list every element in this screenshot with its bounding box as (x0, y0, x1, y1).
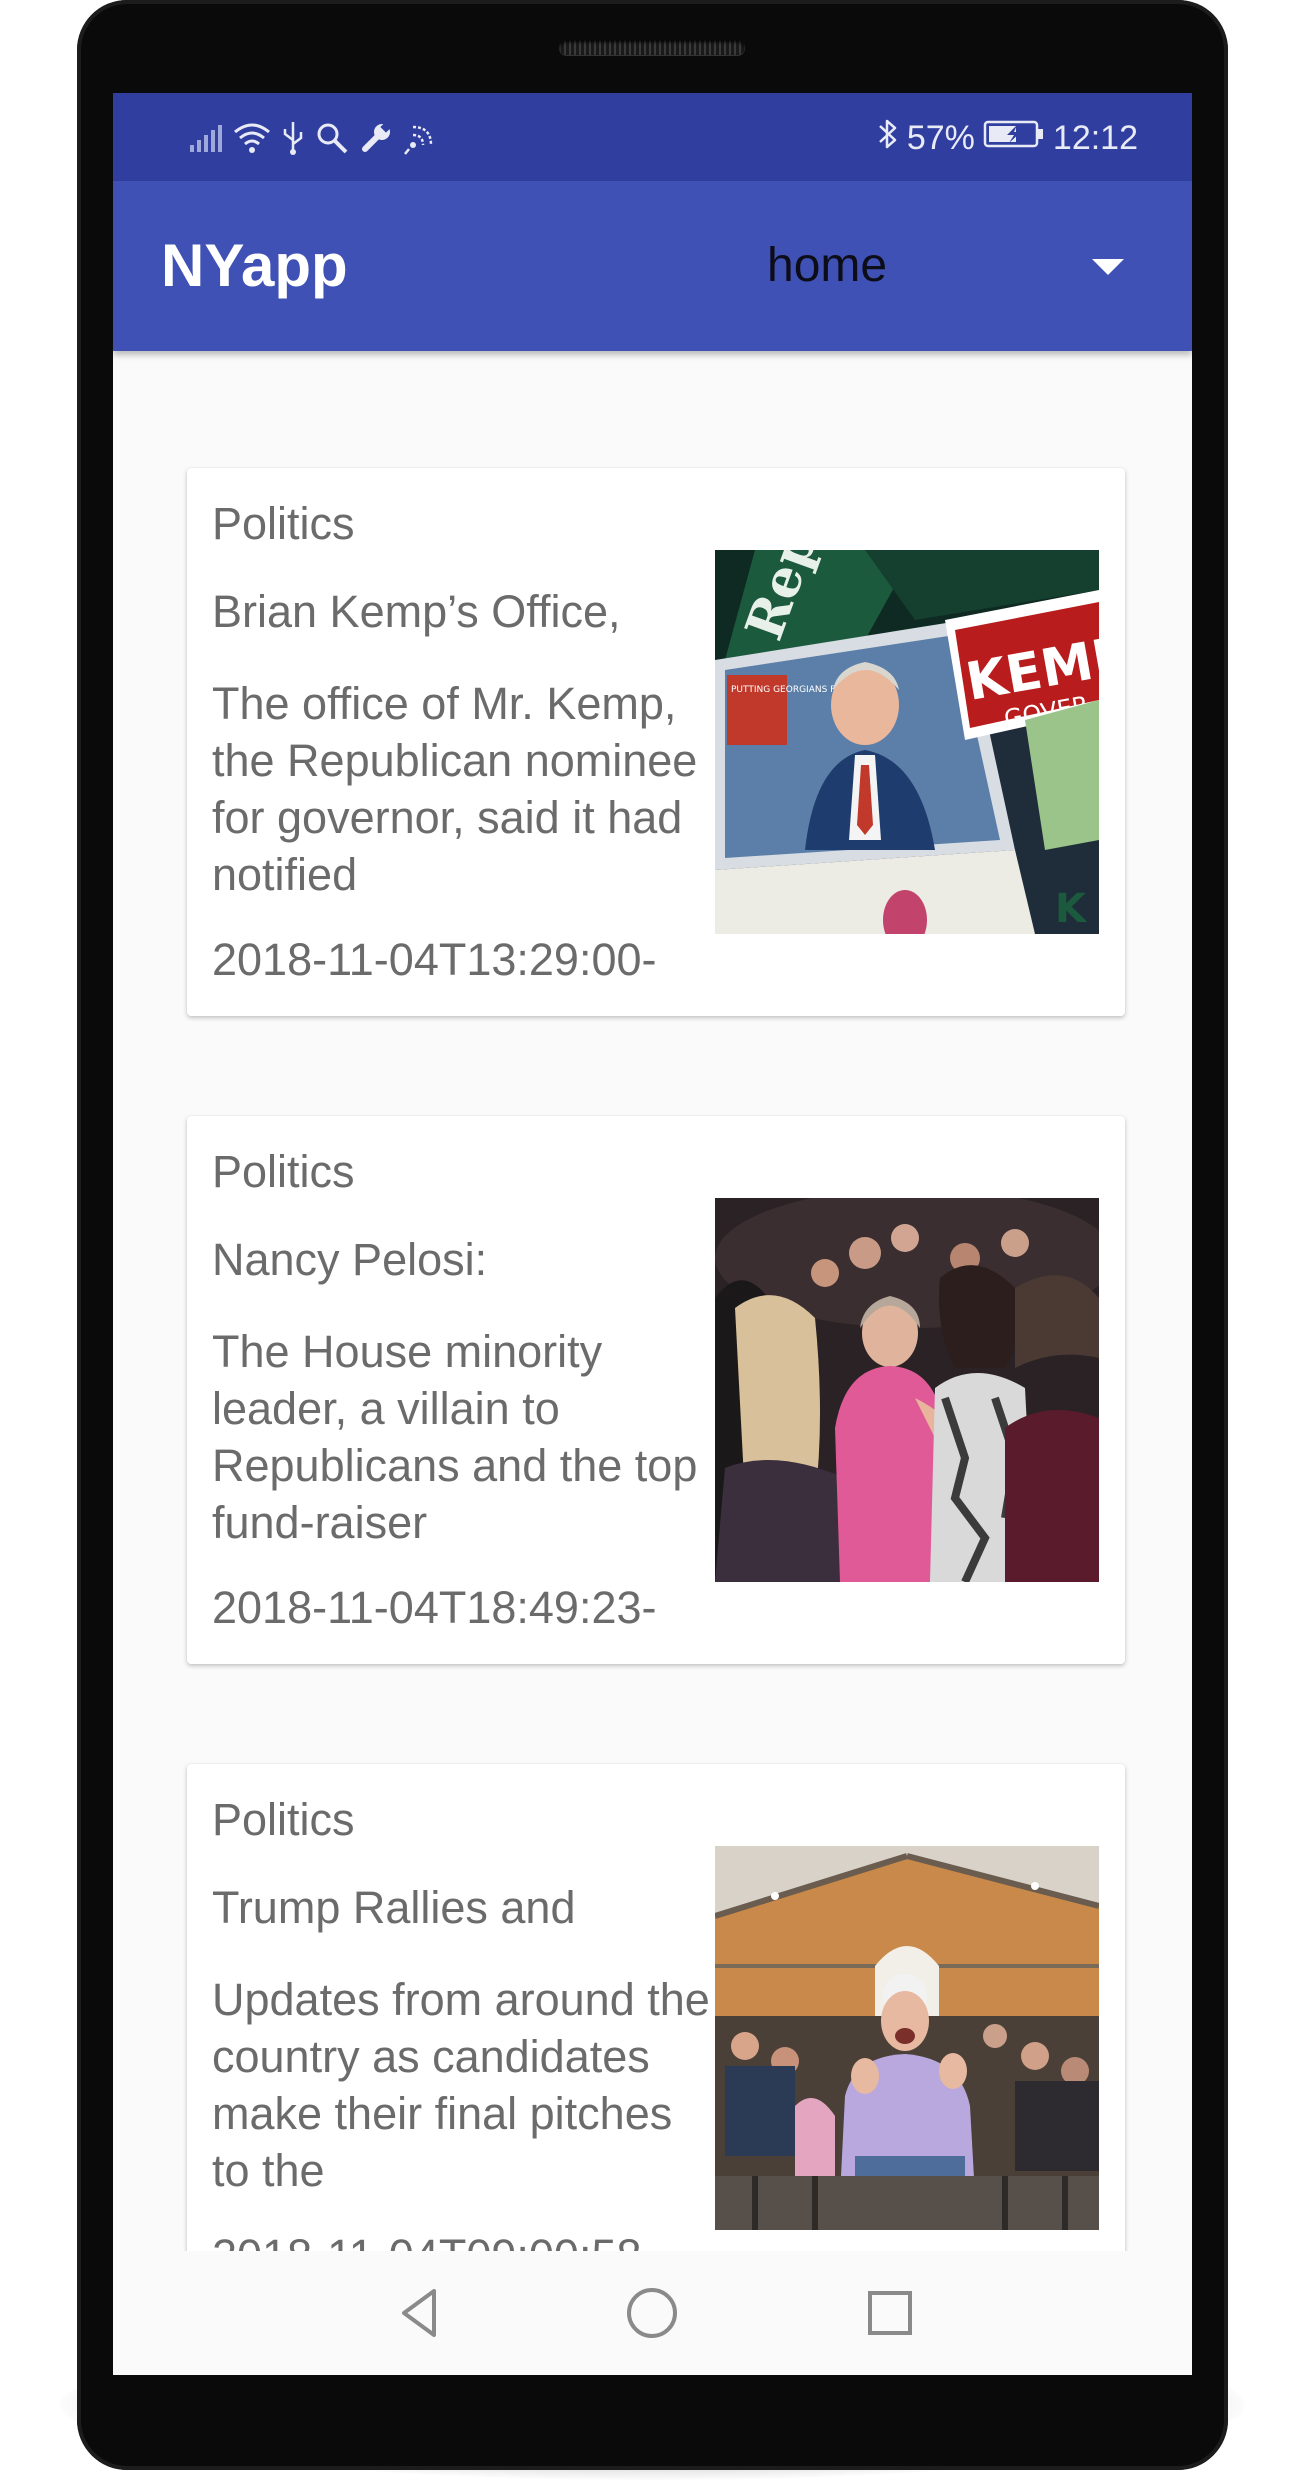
article-abstract: Updates from around the country as candi… (212, 1974, 710, 2196)
triangle-down-icon (1092, 259, 1124, 275)
status-icons-right: 57% 12:12 (877, 113, 1138, 163)
article-thumbnail[interactable]: Rep PUTTING GEORGIANS FIRST KEMP GOVER K (715, 550, 1099, 934)
svg-text:K: K (1055, 886, 1088, 932)
usb-icon (281, 120, 305, 156)
article-thumbnail[interactable] (715, 1198, 1099, 1582)
article-list: Politics Brian Kemp’s Office, The office… (113, 351, 1192, 2312)
status-bar: 57% 12:12 (113, 93, 1192, 181)
article-abstract: The office of Mr. Kemp, the Republican n… (212, 678, 698, 900)
clock-time: 12:12 (1052, 118, 1138, 157)
article-thumbnail[interactable] (715, 1846, 1099, 2230)
section-dropdown[interactable]: home (753, 211, 1173, 321)
bluetooth-icon (877, 116, 899, 161)
battery-percent: 57% (906, 118, 975, 157)
app-bar: NYapp home (113, 181, 1192, 351)
article-section: Politics (212, 1146, 355, 1197)
search-icon (315, 121, 349, 155)
recents-square-icon[interactable] (858, 2281, 922, 2345)
phone-frame: 57% 12:12 NYapp home Politics Brian Kemp… (77, 0, 1228, 2470)
wrench-icon (359, 121, 393, 155)
back-triangle-icon[interactable] (388, 2281, 452, 2345)
article-date: 2018-11-04T13:29:00- (212, 934, 657, 985)
article-card[interactable]: Politics Nancy Pelosi: The House minorit… (187, 1116, 1125, 1664)
article-section: Politics (212, 1794, 355, 1845)
article-headline: Nancy Pelosi: (212, 1234, 488, 1285)
section-dropdown-value: home (767, 239, 888, 292)
hotspot-icon (403, 121, 439, 155)
signal-icon (189, 123, 223, 153)
article-abstract: The House minority leader, a villain to … (212, 1326, 698, 1548)
status-icons-left (189, 113, 439, 163)
article-section: Politics (212, 498, 355, 549)
article-headline: Trump Rallies and (212, 1882, 576, 1933)
article-date: 2018-11-04T18:49:23- (212, 1582, 657, 1633)
app-screen: 57% 12:12 NYapp home Politics Brian Kemp… (113, 93, 1192, 2375)
home-circle-icon[interactable] (620, 2281, 684, 2345)
app-title: NYapp (161, 232, 348, 299)
system-nav-bar (113, 2251, 1192, 2375)
article-headline: Brian Kemp’s Office, (212, 586, 621, 637)
earpiece-speaker (559, 40, 745, 55)
article-card[interactable]: Politics Trump Rallies and Updates from … (187, 1764, 1125, 2312)
battery-charging-icon (983, 118, 1045, 159)
article-card[interactable]: Politics Brian Kemp’s Office, The office… (187, 468, 1125, 1016)
wifi-icon (233, 122, 271, 154)
